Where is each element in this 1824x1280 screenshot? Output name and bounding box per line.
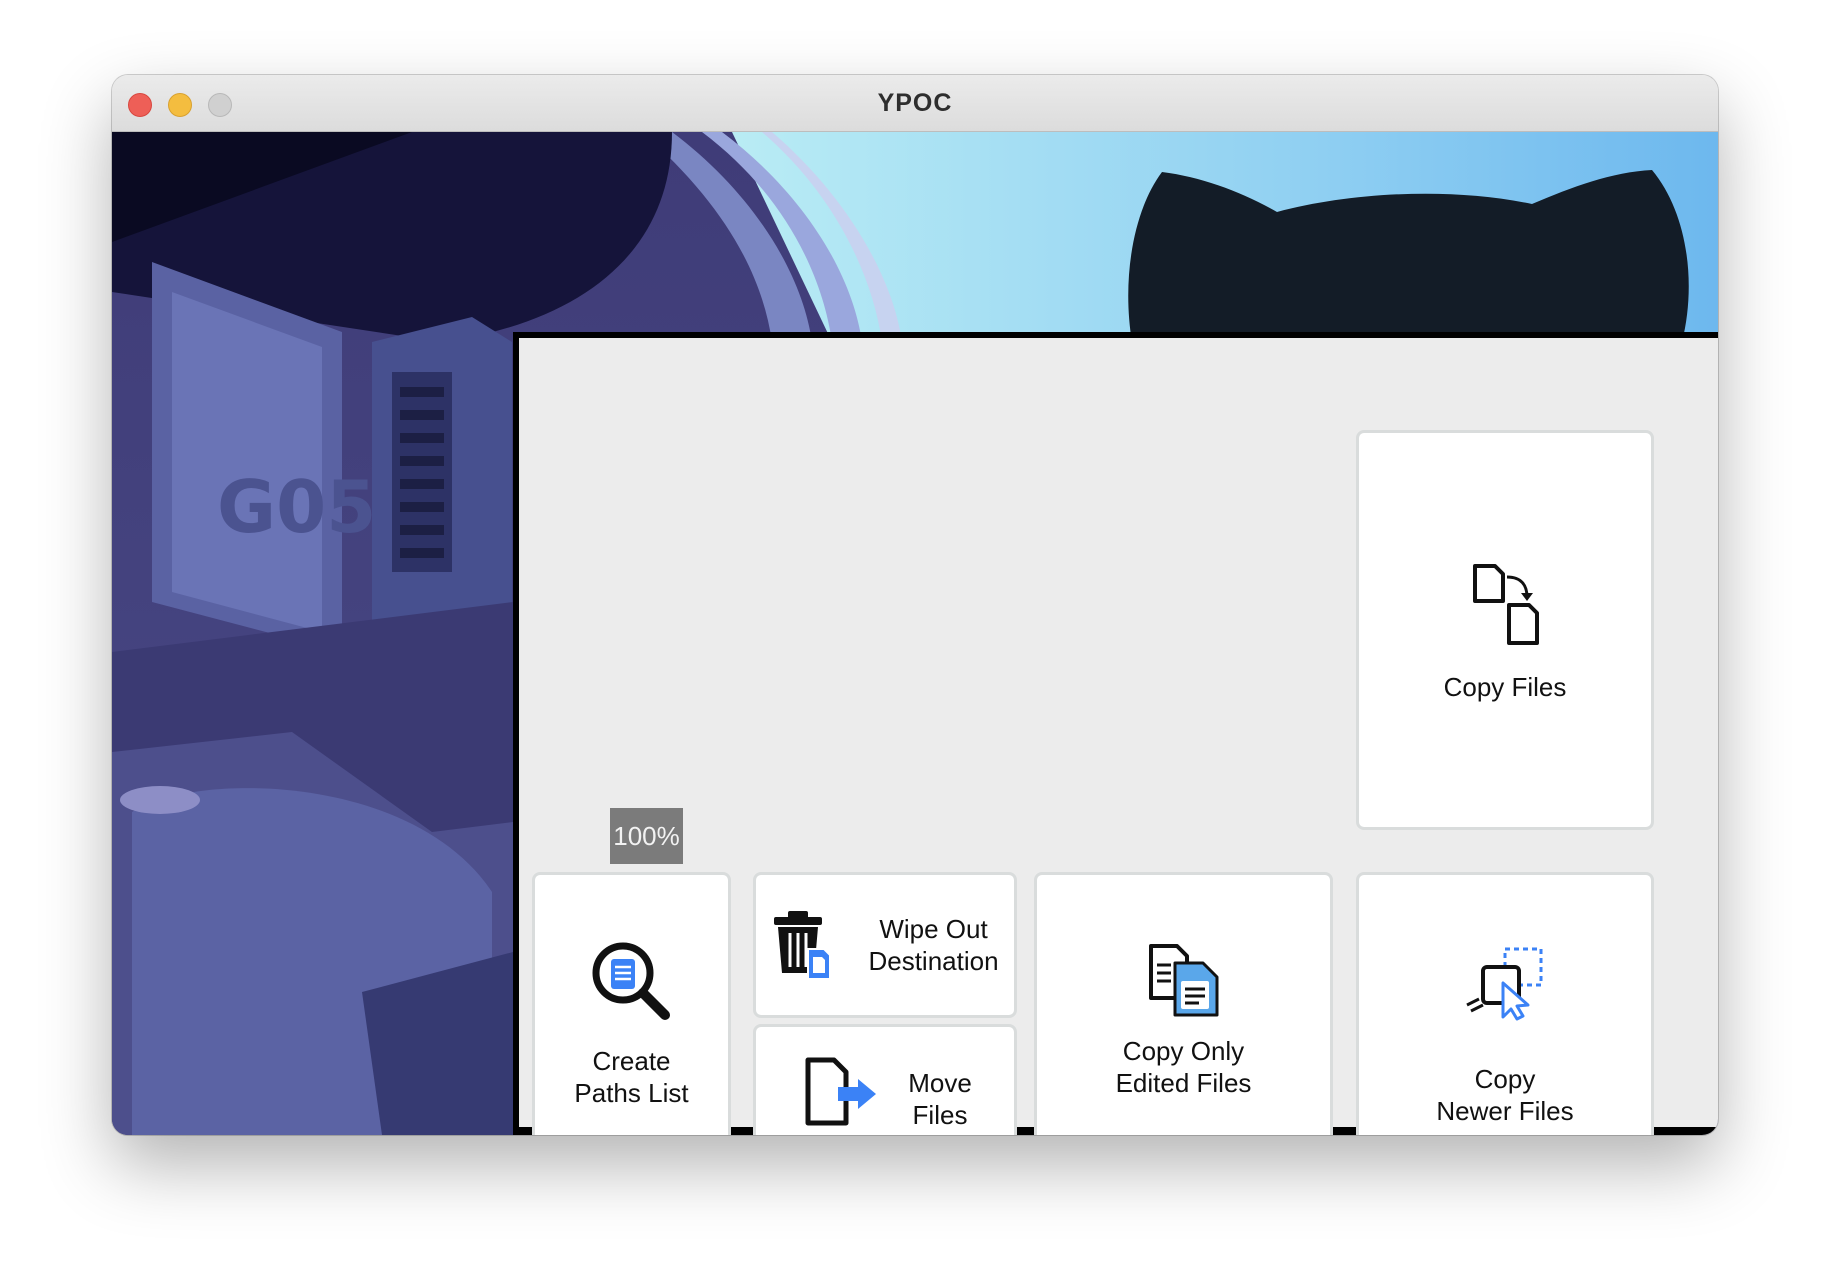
magnifier-document-icon	[592, 942, 670, 1020]
copy-newer-files-button[interactable]: Copy Newer Files	[1356, 872, 1654, 1135]
window-title: YPOC	[877, 89, 953, 117]
copy-files-button[interactable]: Copy Files	[1356, 430, 1654, 830]
edited-files-icon	[1149, 944, 1219, 1017]
move-files-label: Move Files	[908, 1068, 972, 1130]
move-files-icon	[805, 1057, 876, 1126]
progress-indicator: 100%	[610, 808, 683, 864]
copy-files-icon	[1473, 564, 1539, 645]
background-emblem: G05	[217, 465, 376, 549]
copy-files-label: Copy Files	[1443, 672, 1567, 702]
app-window: YPOC G05 Copy Files 100% Create Paths Li…	[112, 75, 1718, 1135]
copy-only-edited-files-label: Copy Only Edited Files	[1115, 1036, 1252, 1098]
title-bar[interactable]: YPOC	[112, 75, 1718, 132]
wipe-out-destination-label: Wipe Out Destination	[868, 914, 999, 976]
move-files-button[interactable]: Move Files	[753, 1024, 1017, 1135]
create-paths-list-label: Create Paths List	[574, 1046, 689, 1108]
copy-only-edited-files-button[interactable]: Copy Only Edited Files	[1034, 872, 1333, 1135]
create-paths-list-button[interactable]: Create Paths List	[532, 872, 731, 1135]
window-content: G05 Copy Files 100% Create Paths List Wi…	[112, 132, 1718, 1135]
copy-newer-files-icon	[1466, 947, 1543, 1021]
trash-file-icon	[774, 911, 831, 980]
copy-newer-files-label: Copy Newer Files	[1436, 1064, 1574, 1126]
wipe-out-destination-button[interactable]: Wipe Out Destination	[753, 872, 1017, 1018]
